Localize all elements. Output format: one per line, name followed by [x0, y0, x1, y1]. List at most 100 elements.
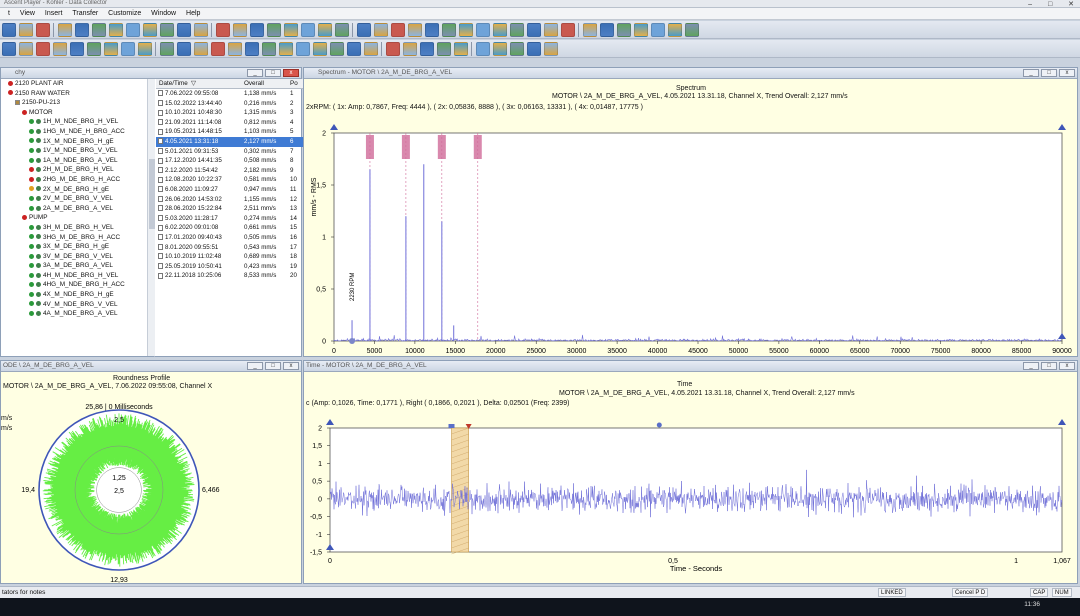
column-datetime[interactable]: Date/Time — [159, 79, 188, 89]
toolbar-button-icon[interactable] — [126, 23, 140, 37]
restore-icon[interactable]: □ — [265, 69, 281, 77]
toolbar-button-icon[interactable] — [245, 42, 259, 56]
table-row[interactable]: 28.06.2020 15:22:84 2,511 mm/s 13 — [156, 204, 303, 214]
toolbar-button-icon[interactable] — [279, 42, 293, 56]
tree-item[interactable]: 3V_M_DE_BRG_V_VEL — [1, 252, 154, 262]
menu-help[interactable]: Help — [186, 8, 200, 20]
toolbar-button-icon[interactable] — [347, 42, 361, 56]
toolbar-button-icon[interactable] — [335, 23, 349, 37]
toolbar-button-icon[interactable] — [408, 23, 422, 37]
minimize-icon[interactable]: _ — [1023, 362, 1039, 370]
tree-item[interactable]: 2150 RAW WATER — [1, 89, 154, 99]
toolbar-button-icon[interactable] — [138, 42, 152, 56]
tree-scrollbar[interactable] — [147, 79, 155, 356]
tree-item[interactable]: 3HG_M_DE_BRG_H_ACC — [1, 233, 154, 243]
minimize-icon[interactable]: _ — [1023, 69, 1039, 77]
tree-item[interactable]: 3H_M_DE_BRG_H_VEL — [1, 223, 154, 233]
tree-item[interactable]: 3A_M_DE_BRG_A_VEL — [1, 261, 154, 271]
tree-item[interactable]: 2150-PU-213 — [1, 98, 154, 108]
toolbar-button-icon[interactable] — [510, 23, 524, 37]
tree-item[interactable]: 2HG_M_DE_BRG_H_ACC — [1, 175, 154, 185]
toolbar-button-icon[interactable] — [36, 23, 50, 37]
toolbar-button-icon[interactable] — [600, 23, 614, 37]
tree-item[interactable]: 2A_M_DE_BRG_A_VEL — [1, 204, 154, 214]
toolbar-button-icon[interactable] — [177, 23, 191, 37]
tree-item[interactable]: 2120 PLANT AIR — [1, 79, 154, 89]
table-row[interactable]: 17.01.2020 09:40:43 0,505 mm/s 16 — [156, 233, 303, 243]
tree-item[interactable]: 1V_M_NDE_BRG_V_VEL — [1, 146, 154, 156]
menu-insert[interactable]: Insert — [45, 8, 63, 20]
menu-view[interactable]: View — [20, 8, 35, 20]
tree-scrollbar-thumb[interactable] — [149, 159, 155, 229]
table-row[interactable]: 21.09.2021 11:14:08 0,812 mm/s 4 — [156, 118, 303, 128]
sort-icon[interactable]: ▽ — [191, 79, 196, 89]
toolbar-button-icon[interactable] — [177, 42, 191, 56]
table-row[interactable]: 7.06.2022 09:55:08 1,138 mm/s 1 — [156, 89, 303, 99]
toolbar-button-icon[interactable] — [493, 23, 507, 37]
toolbar-button-icon[interactable] — [510, 42, 524, 56]
toolbar-button-icon[interactable] — [284, 23, 298, 37]
tree-item[interactable]: 1HG_M_NDE_H_BRG_ACC — [1, 127, 154, 137]
spectrum-plot-area[interactable] — [333, 132, 1063, 342]
restore-icon[interactable]: □ — [265, 362, 281, 370]
toolbar-button-icon[interactable] — [19, 42, 33, 56]
toolbar-button-icon[interactable] — [527, 42, 541, 56]
toolbar-button-icon[interactable] — [75, 23, 89, 37]
toolbar-button-icon[interactable] — [459, 23, 473, 37]
toolbar-button-icon[interactable] — [58, 23, 72, 37]
toolbar-button-icon[interactable] — [36, 42, 50, 56]
minimize-icon[interactable]: – — [1028, 1, 1032, 8]
tree-item[interactable]: 1H_M_NDE_BRG_H_VEL — [1, 117, 154, 127]
toolbar-button-icon[interactable] — [160, 23, 174, 37]
close-icon[interactable]: x — [1059, 69, 1075, 77]
column-po[interactable]: Po — [290, 79, 298, 89]
toolbar-button-icon[interactable] — [233, 23, 247, 37]
toolbar-button-icon[interactable] — [364, 42, 378, 56]
tree-item[interactable]: 1A_M_NDE_BRG_A_VEL — [1, 156, 154, 166]
toolbar-button-icon[interactable] — [668, 23, 682, 37]
toolbar-button-icon[interactable] — [228, 42, 242, 56]
maximize-icon[interactable]: □ — [1048, 1, 1052, 8]
rpm-cursor-handle[interactable] — [349, 338, 356, 344]
menu-transfer[interactable]: Transfer — [72, 8, 98, 20]
table-row[interactable]: 5.01.2021 09:31:53 0,302 mm/s 7 — [156, 147, 303, 157]
tree-item[interactable]: 4X_M_NDE_BRG_H_gE — [1, 290, 154, 300]
toolbar-button-icon[interactable] — [493, 42, 507, 56]
toolbar-button-icon[interactable] — [262, 42, 276, 56]
roundness-chart[interactable]: 25,86 | 0 Milliseconds 19,4 6,466 12,93 2,5 1… — [1, 372, 301, 584]
tree-item[interactable]: 4HG_M_NDE_BRG_H_ACC — [1, 280, 154, 290]
toolbar-button-icon[interactable] — [318, 23, 332, 37]
close-icon[interactable]: x — [283, 69, 299, 77]
table-row[interactable]: 6.08.2020 11:09:27 0,947 mm/s 11 — [156, 185, 303, 195]
tree-item[interactable]: 2V_M_DE_BRG_V_VEL — [1, 194, 154, 204]
toolbar-button-icon[interactable] — [2, 23, 16, 37]
column-overall[interactable]: Overall — [244, 79, 264, 89]
toolbar-button-icon[interactable] — [583, 23, 597, 37]
toolbar-button-icon[interactable] — [330, 42, 344, 56]
toolbar-button-icon[interactable] — [19, 23, 33, 37]
tree-item[interactable]: 4A_M_NDE_BRG_A_VEL — [1, 309, 154, 319]
toolbar-button-icon[interactable] — [476, 23, 490, 37]
toolbar-button-icon[interactable] — [527, 23, 541, 37]
table-row[interactable]: 25.05.2019 10:50:41 0,423 mm/s 19 — [156, 262, 303, 272]
time-plot-area[interactable] — [329, 427, 1063, 553]
table-row[interactable]: 8.01.2020 09:55:51 0,543 mm/s 17 — [156, 243, 303, 253]
table-row[interactable]: 4.05.2021 13:31:18 2,127 mm/s 6 — [156, 136, 303, 147]
tree-item[interactable]: MOTOR — [1, 108, 154, 118]
tree-item[interactable]: 3X_M_DE_BRG_H_gE — [1, 242, 154, 252]
toolbar-button-icon[interactable] — [53, 42, 67, 56]
table-row[interactable]: 2.12.2020 11:54:42 2,182 mm/s 9 — [156, 166, 303, 176]
toolbar-button-icon[interactable] — [250, 23, 264, 37]
toolbar-button-icon[interactable] — [454, 42, 468, 56]
tree-item[interactable]: 2H_M_DE_BRG_H_VEL — [1, 165, 154, 175]
toolbar-button-icon[interactable] — [143, 23, 157, 37]
table-row[interactable]: 12.08.2020 10:22:37 0,581 mm/s 10 — [156, 175, 303, 185]
spectrum-chart[interactable]: 0 5000 10000 15000 20000 25000 30000 35000 40000… — [304, 79, 1077, 357]
menu-customize[interactable]: Customize — [108, 8, 141, 20]
toolbar-button-icon[interactable] — [617, 23, 631, 37]
toolbar-button-icon[interactable] — [121, 42, 135, 56]
close-icon[interactable]: ✕ — [1068, 1, 1074, 8]
toolbar-button-icon[interactable] — [544, 23, 558, 37]
cursor-band[interactable] — [451, 427, 469, 553]
time-chart[interactable]: 21,510,50-0,5-1-1,50 0,5 1 1,067Time - Seco… — [304, 372, 1077, 584]
